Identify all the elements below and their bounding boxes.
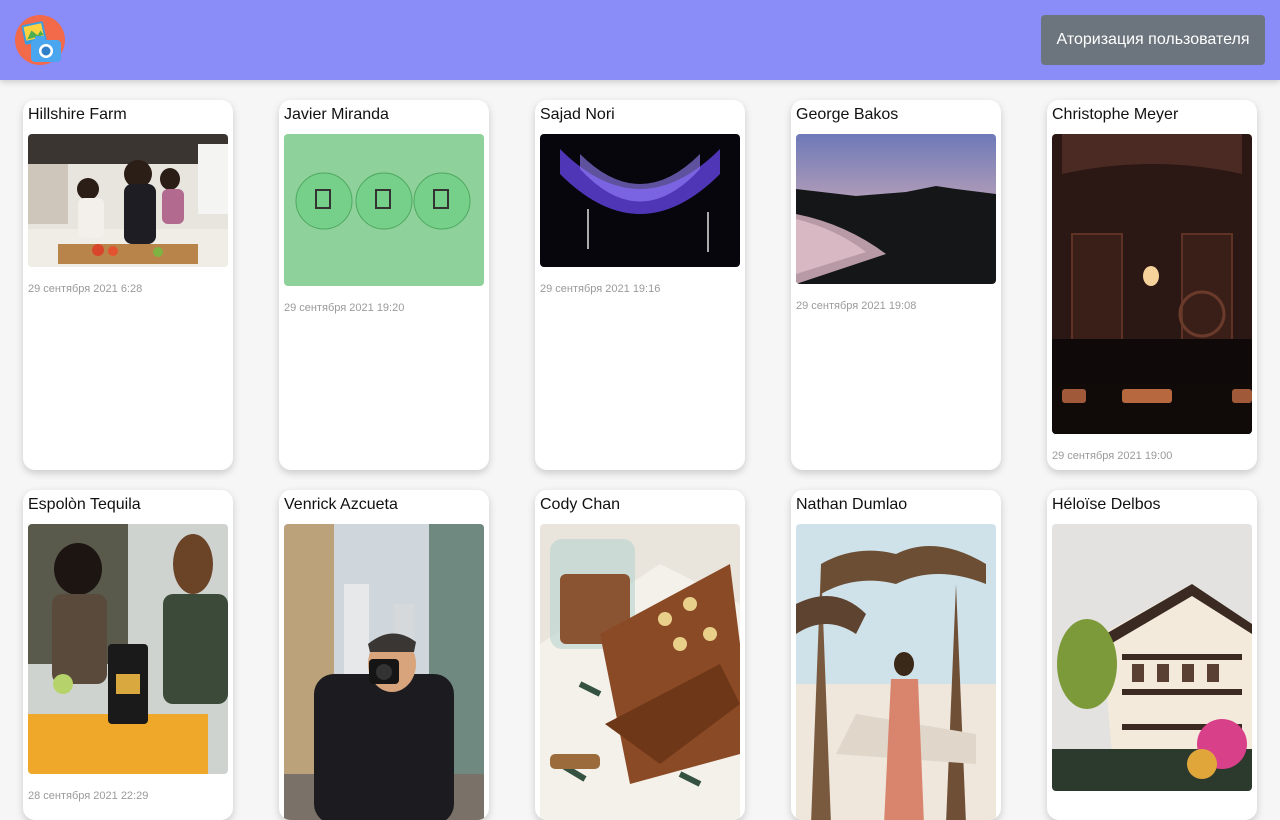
photo-camera-app-logo-icon[interactable] <box>15 15 65 65</box>
photo-card[interactable]: Nathan Dumlao <box>791 490 1001 820</box>
photo-date: 29 сентября 2021 6:28 <box>28 283 143 295</box>
photo-author: Venrick Azcueta <box>284 496 398 513</box>
photo-date: 29 сентября 2021 19:16 <box>540 283 661 295</box>
photo-card[interactable]: Hillshire Farm 29 сентября 2021 6:28 <box>23 100 233 470</box>
photo-card[interactable]: Sajad Nori 29 сентября 2021 19:16 <box>535 100 745 470</box>
photo-card[interactable]: Héloïse Delbos <box>1047 490 1257 820</box>
user-authorization-button[interactable]: Аторизация пользователя <box>1041 15 1265 65</box>
photo-image[interactable] <box>284 134 484 286</box>
photo-image[interactable] <box>796 134 996 284</box>
photo-author: Espolòn Tequila <box>28 496 141 513</box>
photo-card[interactable]: Venrick Azcueta <box>279 490 489 820</box>
photo-image[interactable] <box>540 524 740 820</box>
photo-card[interactable]: George Bakos 29 сентября 2021 19:08 <box>791 100 1001 470</box>
photo-card[interactable]: Javier Miranda 29 сентября 2021 19:20 <box>279 100 489 470</box>
photo-card[interactable]: Christophe Meyer 29 сентября 2021 19:00 <box>1047 100 1257 470</box>
photo-author: Sajad Nori <box>540 106 615 123</box>
photo-image[interactable] <box>284 524 484 820</box>
photo-card[interactable]: Espolòn Tequila 28 сентября 2021 22:29 <box>23 490 233 820</box>
photo-author: Hillshire Farm <box>28 106 127 123</box>
photo-date: 29 сентября 2021 19:00 <box>1052 450 1173 462</box>
photo-author: Nathan Dumlao <box>796 496 908 513</box>
photo-author: Héloïse Delbos <box>1052 496 1161 513</box>
app-header: Аторизация пользователя <box>0 0 1280 80</box>
photo-image[interactable] <box>1052 524 1252 791</box>
photo-author: George Bakos <box>796 106 899 123</box>
photo-author: Christophe Meyer <box>1052 106 1179 123</box>
photo-image[interactable] <box>540 134 740 267</box>
photo-card[interactable]: Cody Chan <box>535 490 745 820</box>
photo-author: Cody Chan <box>540 496 621 513</box>
photo-grid: Hillshire Farm 29 сентября 2021 6:28 Jav… <box>0 0 1280 820</box>
photo-image[interactable] <box>28 134 228 267</box>
photo-date: 29 сентября 2021 19:08 <box>796 300 917 312</box>
photo-date: 29 сентября 2021 19:20 <box>284 302 405 314</box>
photo-image[interactable] <box>796 524 996 820</box>
photo-author: Javier Miranda <box>284 106 389 123</box>
photo-date: 28 сентября 2021 22:29 <box>28 790 149 802</box>
photo-image[interactable] <box>28 524 228 774</box>
photo-image[interactable] <box>1052 134 1252 434</box>
